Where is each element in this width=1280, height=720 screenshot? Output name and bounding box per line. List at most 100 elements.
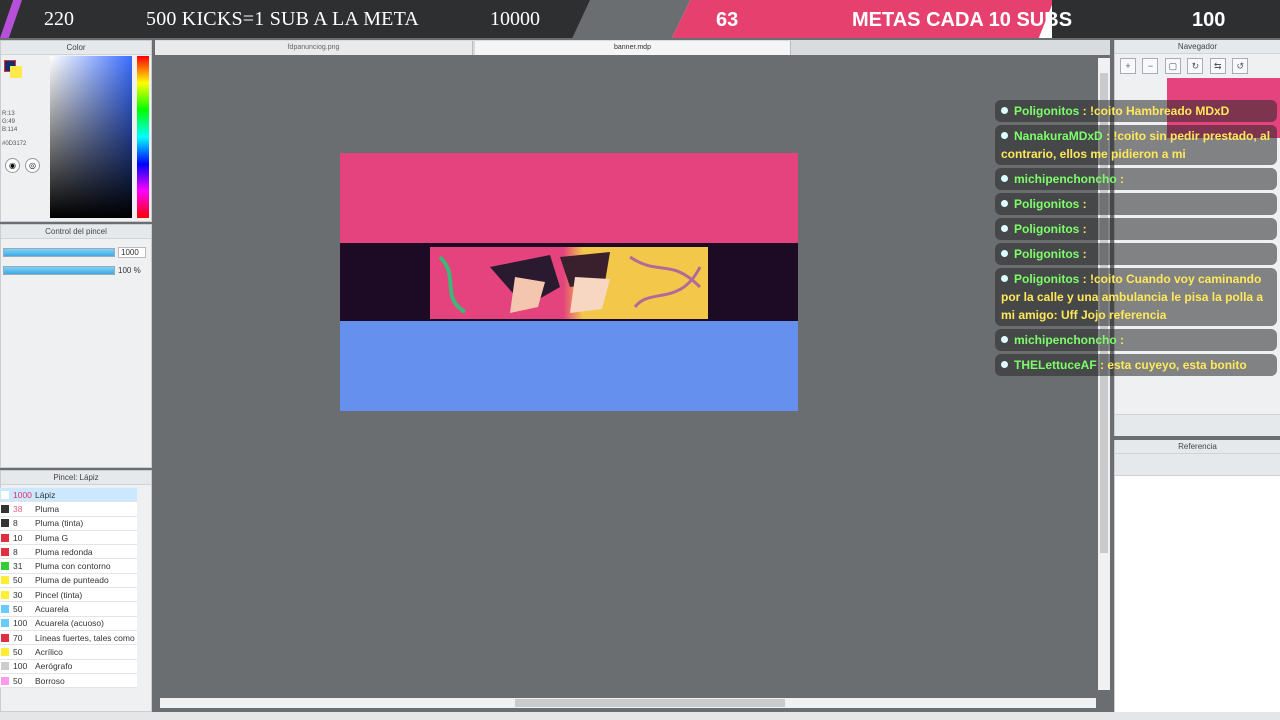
rgb-r: R:13 [2,111,15,117]
status-bar [0,712,1280,720]
brush-size: 70 [13,632,23,643]
color-panel-title: Color [1,41,151,55]
overlay-subs-goal: 100 [1192,9,1226,31]
brush-name: Pluma redonda [35,546,93,557]
fit-icon[interactable]: ▢ [1164,58,1181,74]
saturation-value-picker[interactable] [50,56,132,218]
tab-fdpanunciog[interactable]: fdpanunciog.png [155,41,473,55]
brush-color-swatch [1,590,9,599]
palette-icon[interactable]: ◎ [25,158,40,173]
brush-size: 50 [13,604,23,615]
chat-username: NanakuraMDxD [1014,129,1103,143]
overlay-subs-count: 63 [716,9,739,31]
chat-bullet-icon [1001,361,1008,368]
chat-username: Poligonitos [1014,247,1080,261]
brush-size: 100 [13,618,28,629]
brush-item[interactable]: 100 Aerógrafo [0,659,137,674]
overlay-subs-title: METAS CADA 10 SUBS [852,9,1073,31]
reference-panel: Referencia [1114,440,1280,712]
chat-username: Poligonitos [1014,272,1080,286]
chat-text: : [1116,333,1125,347]
brush-size: 50 [13,675,23,686]
brush-item[interactable]: 50 Acrílico [0,645,137,660]
brush-item[interactable]: 38 Pluma [0,502,137,517]
brush-item[interactable]: 70 Líneas fuertes, tales como [0,630,137,646]
banner-dark-stripe [340,243,798,321]
chat-message: Poligonitos : [995,193,1277,215]
rgb-g: G:49 [2,119,16,125]
canvas-banner[interactable] [340,153,798,411]
stream-chat: Poligonitos : !coito Hambreado MDxD Nanak… [995,100,1277,379]
brush-size-slider[interactable] [3,248,115,257]
brush-color-swatch [1,633,9,642]
reference-title: Referencia [1115,440,1280,454]
chat-username: Poligonitos [1014,197,1080,211]
brush-item[interactable]: 50 Borroso [0,673,137,689]
brush-color-swatch [1,533,9,542]
brush-item[interactable]: 8 Pluma redonda [0,545,137,560]
rgb-readout: R:13 G:49 B:114 #0D3172 [2,110,26,148]
brush-name: Pluma con contorno [35,561,111,572]
brush-name: Líneas fuertes, tales como [35,632,135,643]
reset-icon[interactable]: ↺ [1232,58,1249,74]
chat-message: Poligonitos : !coito Cuando voy caminand… [995,268,1277,326]
rotate-icon[interactable]: ↻ [1187,58,1204,74]
overlay-subs-bar: 63 METAS CADA 10 SUBS 100 [672,0,1280,38]
chat-bullet-icon [1001,250,1008,257]
tab-banner[interactable]: banner.mdp [475,41,791,55]
brush-item[interactable]: 50 Pluma de punteado [0,573,137,589]
hex-readout: #0D3172 [2,141,27,147]
brush-name: Pluma [35,503,60,514]
brush-control-title: Control del pincel [1,225,151,239]
brush-name: Pluma (tinta) [35,518,84,529]
brush-item[interactable]: 100 Acuarela (acuoso) [0,616,137,631]
chat-username: michipenchoncho [1014,172,1117,186]
brush-size-value[interactable]: 1000 [118,247,146,258]
brush-size: 100 [13,661,28,672]
chat-username: THELettuceAF [1014,358,1097,372]
chat-message: THELettuceAF : esta cuyeyo, esta bonito [995,354,1277,376]
chat-bullet-icon [1001,107,1008,114]
horizontal-scrollbar[interactable] [160,698,1096,708]
brush-item[interactable]: 1000 Lápiz [0,488,137,503]
brush-name: Pluma G [35,532,69,543]
overlay-kicks-title: 500 KICKS=1 SUB A LA META [146,8,420,30]
hue-slider[interactable] [137,56,149,218]
brush-name: Borroso [35,675,65,686]
brush-item[interactable]: 30 Pincel (tinta) [0,588,137,603]
brush-color-swatch [1,504,9,513]
brush-opacity-value: 100 % [118,266,141,275]
brush-name: Acrílico [35,646,63,657]
horizontal-scroll-thumb[interactable] [515,699,785,707]
brush-color-swatch [1,619,9,628]
chat-message: Poligonitos : [995,243,1277,265]
overlay-accent [0,0,22,38]
brush-item[interactable]: 10 Pluma G [0,530,137,546]
brush-color-swatch [1,547,9,556]
zoom-in-icon[interactable]: + [1120,58,1136,74]
chat-bullet-icon [1001,275,1008,282]
overlay-kicks-count: 220 [44,8,74,30]
brush-size: 8 [13,546,18,557]
brush-color-swatch [1,576,9,585]
brush-size: 8 [13,518,18,529]
zoom-out-icon[interactable]: − [1142,58,1159,74]
navigator-title: Navegador [1115,40,1280,54]
chat-username: Poligonitos [1014,104,1080,118]
brush-control-panel: Control del pincel [0,224,152,468]
brush-item[interactable]: 31 Pluma con contorno [0,559,137,574]
brush-item[interactable]: 8 Pluma (tinta) [0,516,137,531]
chat-username: Poligonitos [1014,222,1080,236]
flip-icon[interactable]: ⇆ [1209,58,1226,74]
background-color-swatch[interactable] [10,66,22,78]
overlay-kicks-bar: 220 500 KICKS=1 SUB A LA META 10000 [0,0,590,38]
brush-item[interactable]: 50 Acuarela [0,602,137,617]
document-tabs: fdpanunciog.png banner.mdp [155,40,1110,55]
brush-panel-title: Pincel: Lápiz [1,471,151,485]
layer-toolbar [1115,414,1280,436]
eyedropper-icon[interactable]: ◉ [5,158,20,173]
banner-blue-stripe [340,321,798,411]
brush-opacity-slider[interactable] [3,266,115,275]
brush-size: 50 [13,575,23,586]
chat-text: : [1079,197,1087,211]
